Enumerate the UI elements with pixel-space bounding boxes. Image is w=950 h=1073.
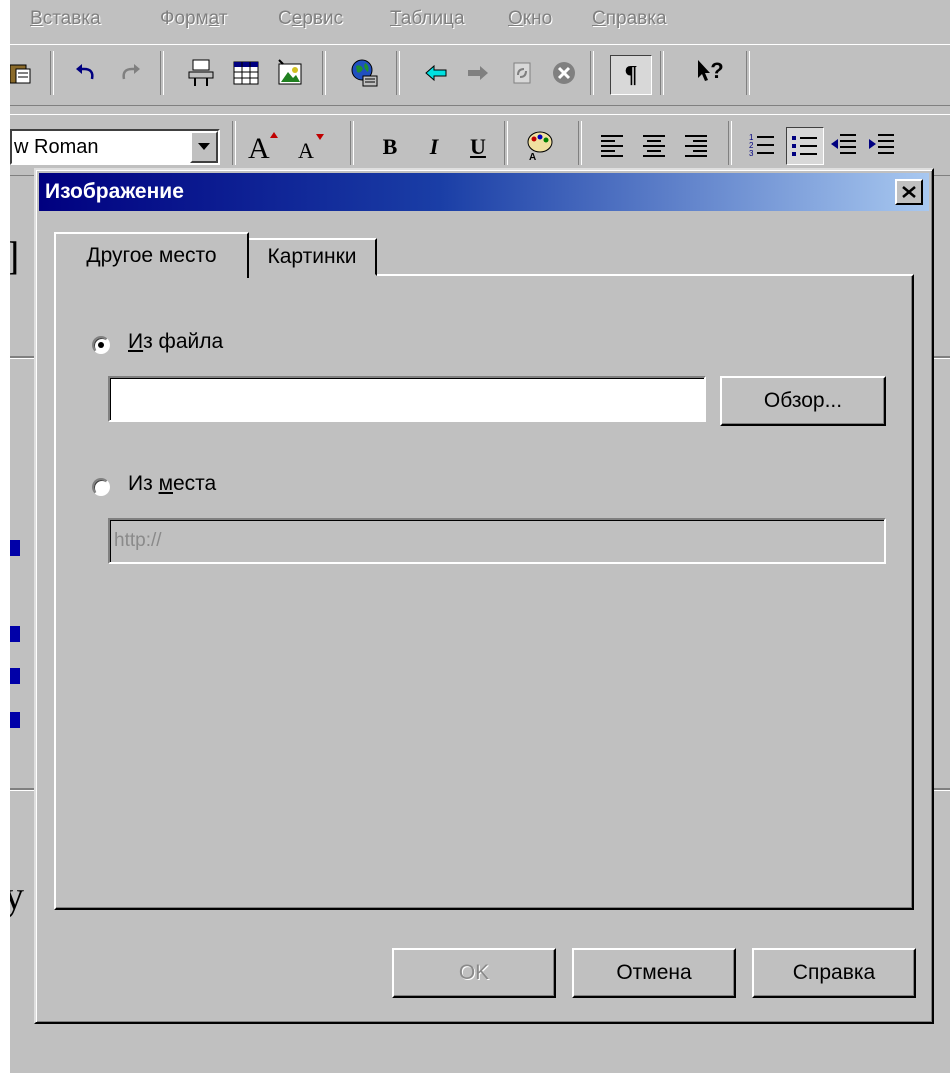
menu-insert[interactable]: Вставка	[30, 8, 101, 30]
toolbar-separator	[728, 121, 732, 165]
cancel-button[interactable]: Отмена	[572, 948, 736, 998]
document-text-fragment: ]	[10, 232, 19, 279]
insert-table-icon[interactable]	[186, 57, 218, 89]
toolbar-separator	[746, 51, 750, 95]
menu-bar: , Вставка Формат Сервис Таблица Окно Спр…	[10, 0, 950, 40]
whats-this-glyph: ?	[710, 58, 724, 83]
text-color-icon[interactable]: A	[524, 129, 556, 161]
menu-format[interactable]: Формат	[160, 8, 228, 30]
bold-glyph: B	[382, 134, 398, 159]
forward-icon[interactable]	[462, 57, 494, 89]
whats-this-icon[interactable]: ?	[690, 55, 730, 87]
document-text-fragment: у	[10, 873, 24, 918]
increase-indent-icon[interactable]	[866, 129, 898, 161]
standard-toolbar: ¶ ?	[10, 44, 950, 106]
bulleted-list-icon[interactable]	[786, 127, 824, 165]
browse-button[interactable]: Обзор...	[720, 376, 886, 426]
from-file-radio[interactable]	[92, 336, 110, 354]
menu-help[interactable]: Справка	[592, 8, 667, 30]
tab-other-place[interactable]: Другое место	[54, 232, 249, 278]
paste-icon[interactable]	[10, 57, 36, 89]
svg-text:A: A	[248, 132, 270, 162]
menu-tools[interactable]: Сервис	[278, 8, 343, 30]
insert-image-icon[interactable]	[274, 57, 306, 89]
editor-window: , Вставка Формат Сервис Таблица Окно Спр…	[10, 0, 950, 1073]
url-input[interactable]	[108, 518, 886, 564]
formatting-toolbar: w Roman A A B I U A 1 2 3	[10, 114, 950, 176]
file-path-input[interactable]	[108, 376, 706, 422]
font-name-combo[interactable]: w Roman	[10, 129, 220, 165]
underline-icon[interactable]: U	[462, 131, 494, 163]
toolbar-separator	[578, 121, 582, 165]
toolbar-separator	[322, 51, 326, 95]
menu-window[interactable]: Окно	[508, 8, 552, 30]
svg-text:A: A	[529, 152, 536, 161]
document-link[interactable]	[10, 712, 20, 728]
redo-icon[interactable]	[114, 57, 146, 89]
underline-glyph: U	[470, 134, 486, 159]
refresh-icon[interactable]	[506, 57, 538, 89]
svg-text:3: 3	[749, 149, 754, 158]
chevron-down-icon	[198, 143, 210, 150]
close-button[interactable]	[895, 179, 923, 205]
svg-text:A: A	[298, 138, 314, 162]
ok-button[interactable]: OK	[392, 948, 556, 998]
document-link[interactable]	[10, 668, 20, 684]
table-grid-icon[interactable]	[230, 57, 262, 89]
bold-icon[interactable]: B	[374, 131, 406, 163]
toolbar-separator	[50, 51, 54, 95]
dialog-titlebar[interactable]: Изображение	[39, 173, 929, 211]
help-button[interactable]: Справка	[752, 948, 916, 998]
tab-panel: Из файла Обзор... Из места	[54, 274, 914, 910]
font-name-value: w Roman	[14, 136, 99, 158]
menu-table[interactable]: Таблица	[390, 8, 465, 30]
toolbar-separator	[590, 51, 594, 95]
back-icon[interactable]	[420, 57, 452, 89]
align-left-icon[interactable]	[596, 129, 628, 161]
web-globe-icon[interactable]	[348, 57, 380, 89]
toolbar-separator	[160, 51, 164, 95]
italic-glyph: I	[429, 134, 439, 159]
url-field[interactable]	[110, 520, 884, 562]
align-center-icon[interactable]	[638, 129, 670, 161]
numbered-list-icon[interactable]: 123	[746, 129, 778, 161]
stop-icon[interactable]	[548, 57, 580, 89]
decrease-indent-icon[interactable]	[828, 129, 860, 161]
undo-icon[interactable]	[70, 57, 102, 89]
toolbar-separator	[396, 51, 400, 95]
dialog-title: Изображение	[45, 180, 184, 203]
align-right-icon[interactable]	[680, 129, 712, 161]
image-dialog: Изображение Другое место Картинки Из фай…	[34, 168, 934, 1024]
toolbar-separator	[232, 121, 236, 165]
document-link[interactable]	[10, 540, 20, 556]
italic-icon[interactable]: I	[418, 131, 450, 163]
font-dropdown-button[interactable]	[190, 131, 218, 163]
pilcrow-glyph: ¶	[624, 61, 638, 88]
file-path-field[interactable]	[110, 378, 704, 420]
close-icon	[902, 186, 916, 198]
document-link[interactable]	[10, 626, 20, 642]
toolbar-separator	[350, 121, 354, 165]
from-url-radio[interactable]	[92, 478, 110, 496]
from-file-label-rest: з файла	[143, 330, 224, 353]
font-shrink-icon[interactable]: A	[294, 129, 334, 162]
from-url-label[interactable]: Из места	[128, 472, 216, 496]
toolbar-separator	[504, 121, 508, 165]
toolbar-separator	[660, 51, 664, 95]
show-formatting-icon[interactable]: ¶	[610, 55, 652, 95]
tab-clipart[interactable]: Картинки	[247, 238, 377, 276]
font-grow-icon[interactable]: A	[246, 129, 286, 162]
from-file-label[interactable]: Из файла	[128, 330, 223, 354]
